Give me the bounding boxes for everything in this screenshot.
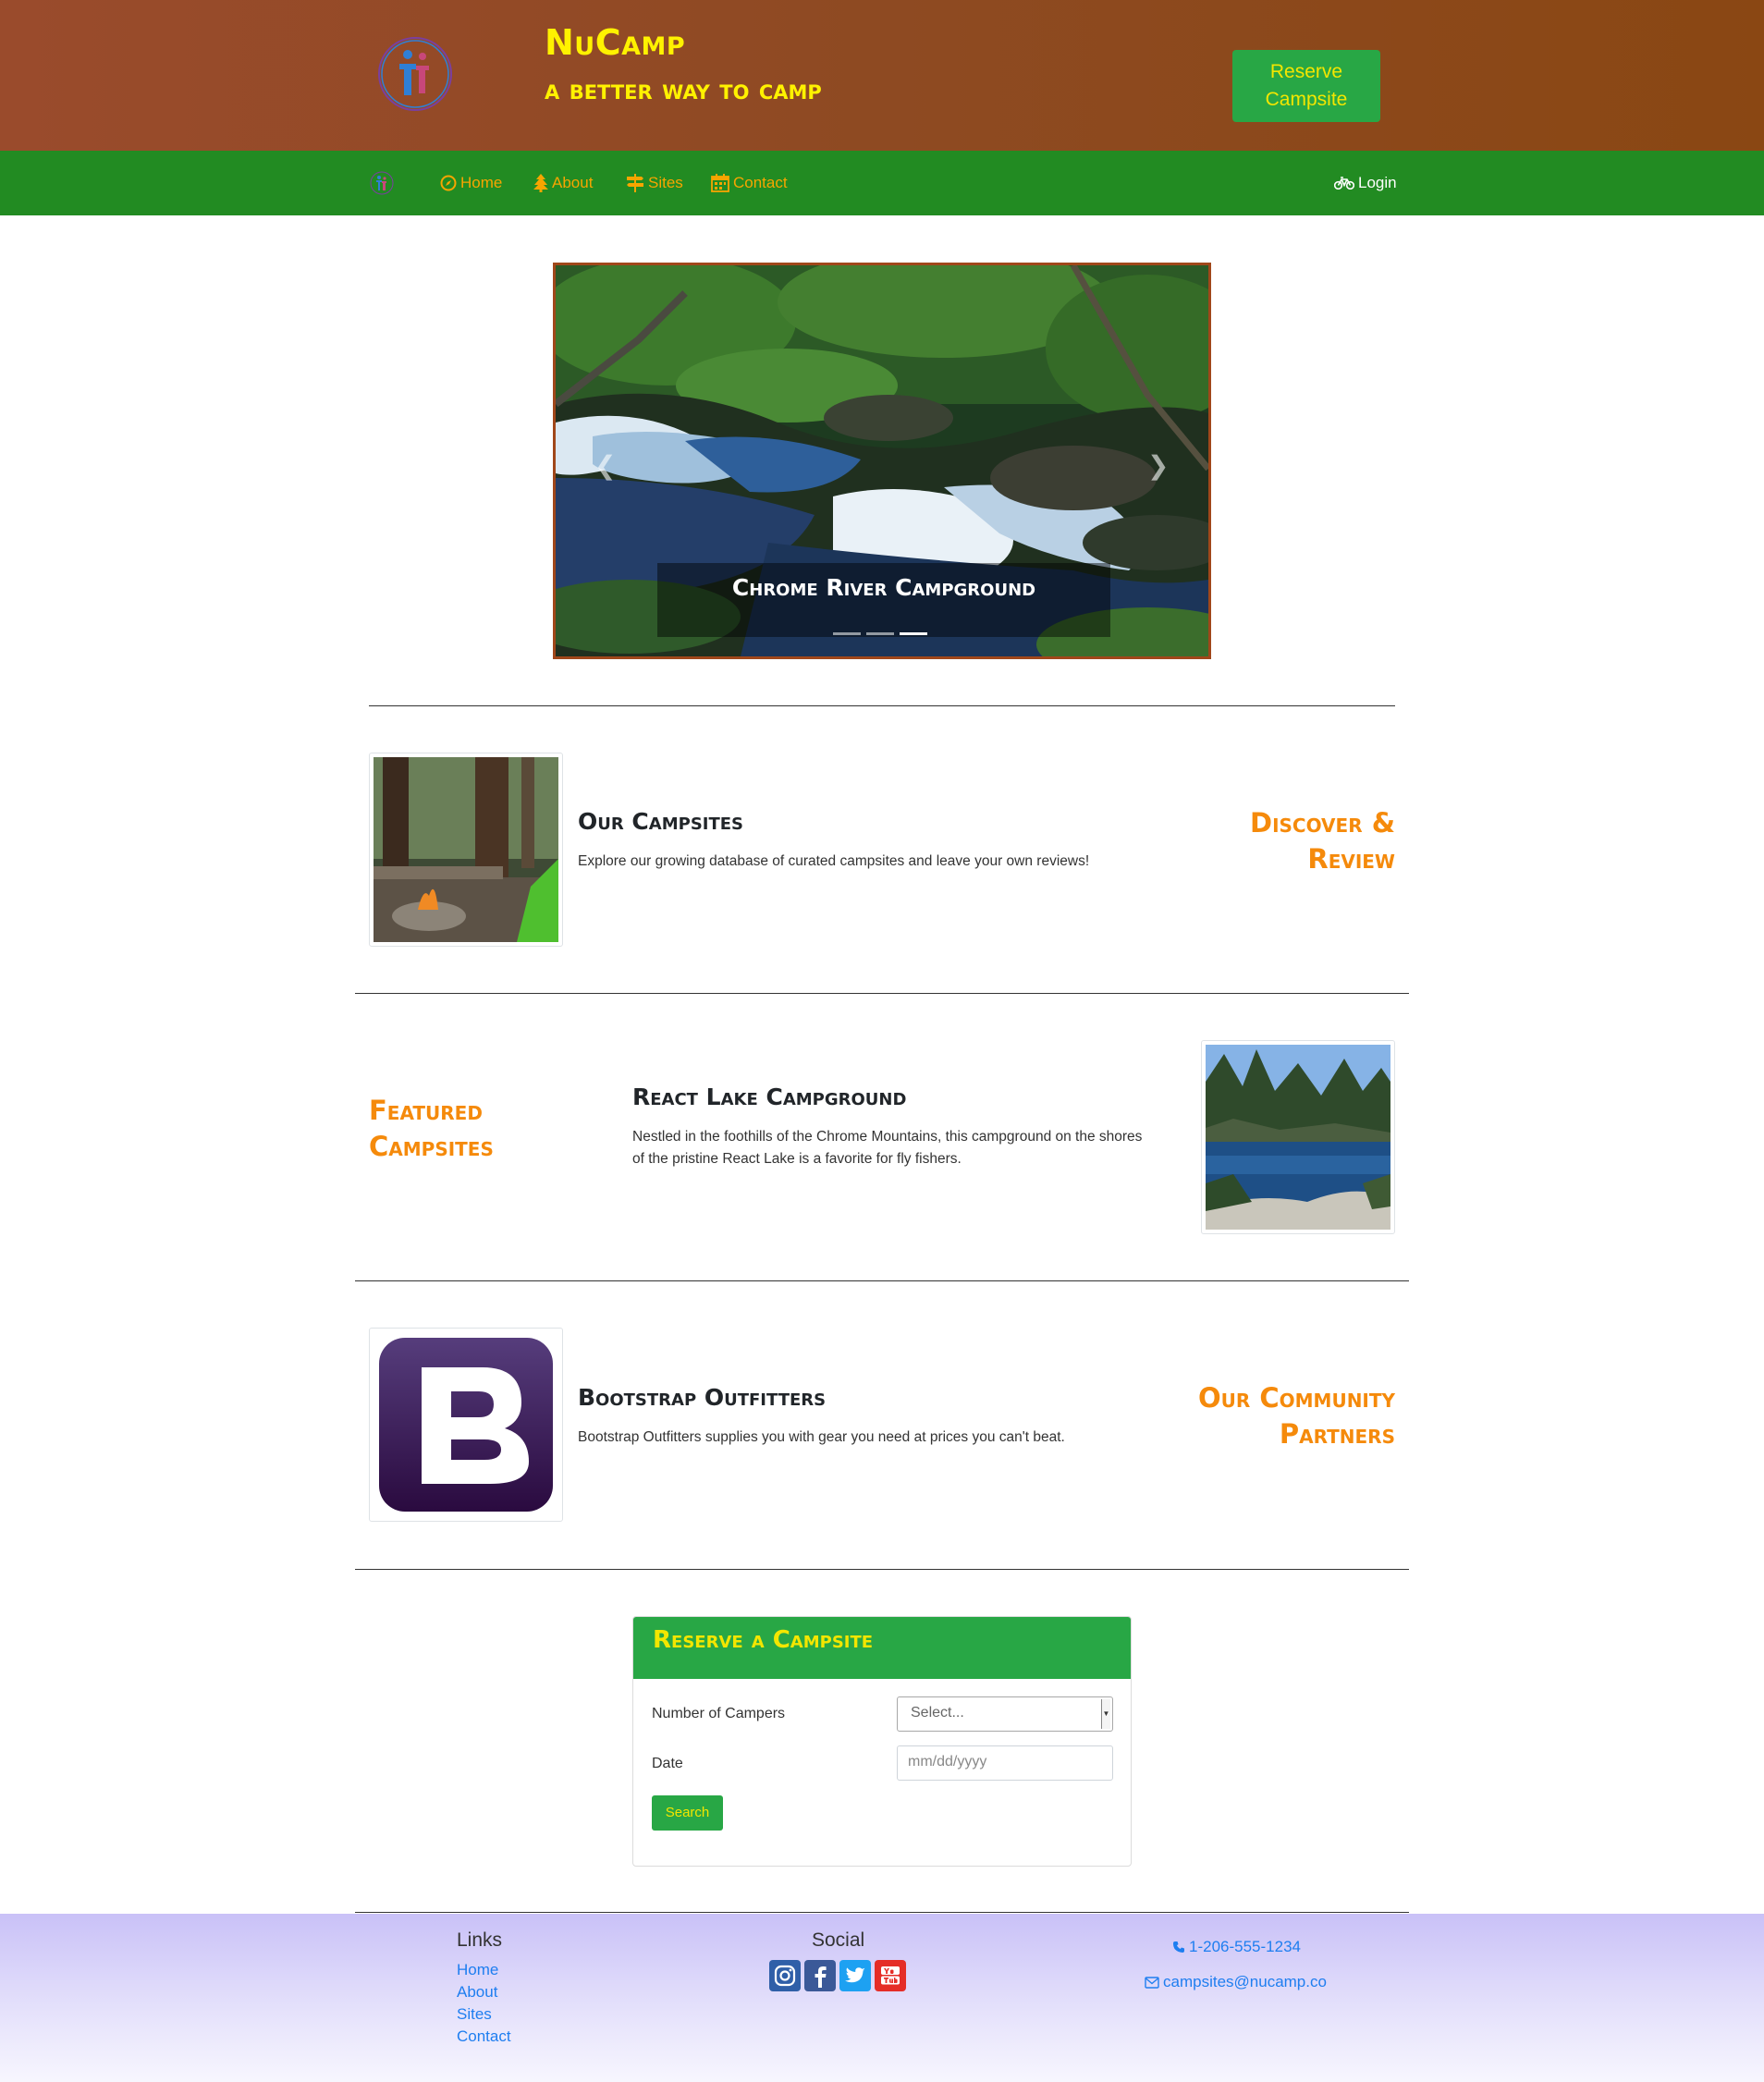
carousel-caption: Chrome River Campground (657, 563, 1110, 637)
section-text-campsites: Explore our growing database of curated … (578, 853, 1090, 869)
section-text-bootstrap: Bootstrap Outfitters supplies you with g… (578, 1429, 1065, 1445)
main-navbar: Home About Sites Contact Login (0, 151, 1764, 215)
brand-title: NuCamp (545, 22, 686, 63)
section-divider (369, 705, 1395, 706)
reserve-button-label: Reserve Campsite (1266, 61, 1348, 110)
footer-link-sites[interactable]: Sites (457, 2005, 492, 2024)
facebook-glyph (815, 1966, 827, 1988)
section-title-react-lake: React Lake Campground (632, 1084, 907, 1110)
carousel-prev-icon[interactable]: ❮ (594, 450, 616, 481)
react-lake-thumbnail (1201, 1040, 1395, 1234)
footer-email-label: campsites@nucamp.co (1163, 1973, 1327, 1990)
section-divider (355, 993, 1409, 994)
section-text-react-lake-1: Nestled in the foothills of the Chrome M… (632, 1129, 1143, 1145)
footer-link-home[interactable]: Home (457, 1961, 498, 1979)
carousel-next-icon[interactable]: ❯ (1147, 450, 1169, 481)
footer-social-heading: Social (812, 1929, 865, 1951)
section-title-campsites: Our Campsites (578, 808, 744, 835)
bootstrap-logo (379, 1338, 553, 1512)
campfire-photo (374, 757, 558, 942)
campers-label: Number of Campers (652, 1706, 786, 1721)
navbar-logo-icon[interactable] (370, 171, 394, 195)
date-input[interactable]: mm/dd/yyyy (897, 1745, 1113, 1781)
instagram-icon[interactable] (769, 1960, 801, 1991)
campsites-thumbnail (369, 753, 563, 947)
date-input-placeholder: mm/dd/yyyy (908, 1754, 987, 1770)
calendar-icon (711, 174, 729, 192)
footer-email[interactable]: campsites@nucamp.co (1145, 1973, 1327, 1991)
nav-label-about: About (552, 174, 594, 191)
discover-review-heading: Discover & Review (1109, 805, 1395, 877)
reserve-campsite-button[interactable]: Reserve Campsite (1232, 50, 1380, 122)
section-text-react-lake-2: of the pristine React Lake is a favorite… (632, 1151, 962, 1167)
nav-item-contact[interactable]: Contact (711, 171, 788, 195)
compass-icon (440, 175, 457, 191)
search-button[interactable]: Search (652, 1795, 723, 1831)
footer-links-heading: Links (457, 1929, 503, 1951)
card-header: Reserve a Campsite (633, 1617, 1131, 1679)
nav-label-sites: Sites (648, 174, 683, 191)
footer-link-about[interactable]: About (457, 1983, 497, 2002)
phone-icon (1173, 1941, 1184, 1953)
featured-campsites-heading: Featured Campsites (369, 1093, 609, 1165)
envelope-icon (1145, 1976, 1159, 1989)
reserve-button-line-2: Campsite (1265, 89, 1348, 110)
card-title: Reserve a Campsite (653, 1626, 874, 1654)
chevron-down-icon: ▼ (1101, 1699, 1110, 1729)
instagram-glyph (774, 1965, 796, 1987)
nucamp-logo (378, 37, 452, 111)
reserve-button-line-1: Reserve (1269, 61, 1343, 82)
campers-select-value: Select... (911, 1705, 964, 1721)
carousel-indicator-1[interactable] (833, 632, 861, 635)
discover-heading-line-1: Discover & (1250, 807, 1395, 839)
tree-icon (533, 174, 548, 192)
bicycle-icon (1334, 177, 1354, 190)
nav-item-about[interactable]: About (533, 171, 593, 195)
nav-item-home[interactable]: Home (440, 171, 502, 195)
lake-photo (1206, 1045, 1390, 1230)
date-label: Date (652, 1756, 683, 1771)
discover-heading-line-2: Review (1307, 843, 1395, 875)
carousel-indicator-3[interactable] (900, 632, 927, 635)
signs-icon (627, 174, 643, 192)
footer-phone[interactable]: 1-206-555-1234 (1172, 1938, 1301, 1956)
facebook-icon[interactable] (804, 1960, 836, 1991)
bootstrap-logo-thumbnail (369, 1328, 563, 1522)
partners-heading-line-2: Partners (1279, 1418, 1395, 1450)
community-partners-heading: Our Community Partners (1063, 1380, 1395, 1452)
section-divider (355, 1280, 1409, 1281)
twitter-icon[interactable] (839, 1960, 871, 1991)
featured-heading-line-1: Featured (369, 1095, 483, 1126)
login-button[interactable]: Login (1334, 171, 1397, 195)
site-footer (0, 1914, 1764, 2082)
section-divider (355, 1569, 1409, 1570)
campers-select[interactable]: Select... ▼ (897, 1696, 1113, 1732)
nav-label-contact: Contact (733, 174, 788, 191)
nav-item-sites[interactable]: Sites (626, 171, 683, 195)
section-divider (355, 1912, 1409, 1913)
nav-label-home: Home (460, 174, 503, 191)
footer-phone-label: 1-206-555-1234 (1189, 1938, 1301, 1955)
login-label: Login (1358, 174, 1397, 191)
footer-link-contact[interactable]: Contact (457, 2027, 511, 2046)
youtube-glyph (881, 1966, 900, 1985)
twitter-glyph (845, 1967, 865, 1983)
section-title-bootstrap: Bootstrap Outfitters (578, 1384, 827, 1411)
image-carousel: ❮ ❯ Chrome River Campground (553, 263, 1211, 659)
site-header: NuCamp a better way to camp Reserve Camps… (0, 0, 1764, 151)
brand-subtitle: a better way to camp (545, 74, 822, 106)
carousel-indicator-2[interactable] (866, 632, 894, 635)
carousel-caption-title: Chrome River Campground (731, 574, 1036, 601)
reserve-campsite-card: Reserve a Campsite Number of Campers Sel… (632, 1616, 1132, 1867)
youtube-icon[interactable] (875, 1960, 906, 1991)
partners-heading-line-1: Our Community (1197, 1382, 1395, 1414)
featured-heading-line-2: Campsites (369, 1131, 494, 1162)
